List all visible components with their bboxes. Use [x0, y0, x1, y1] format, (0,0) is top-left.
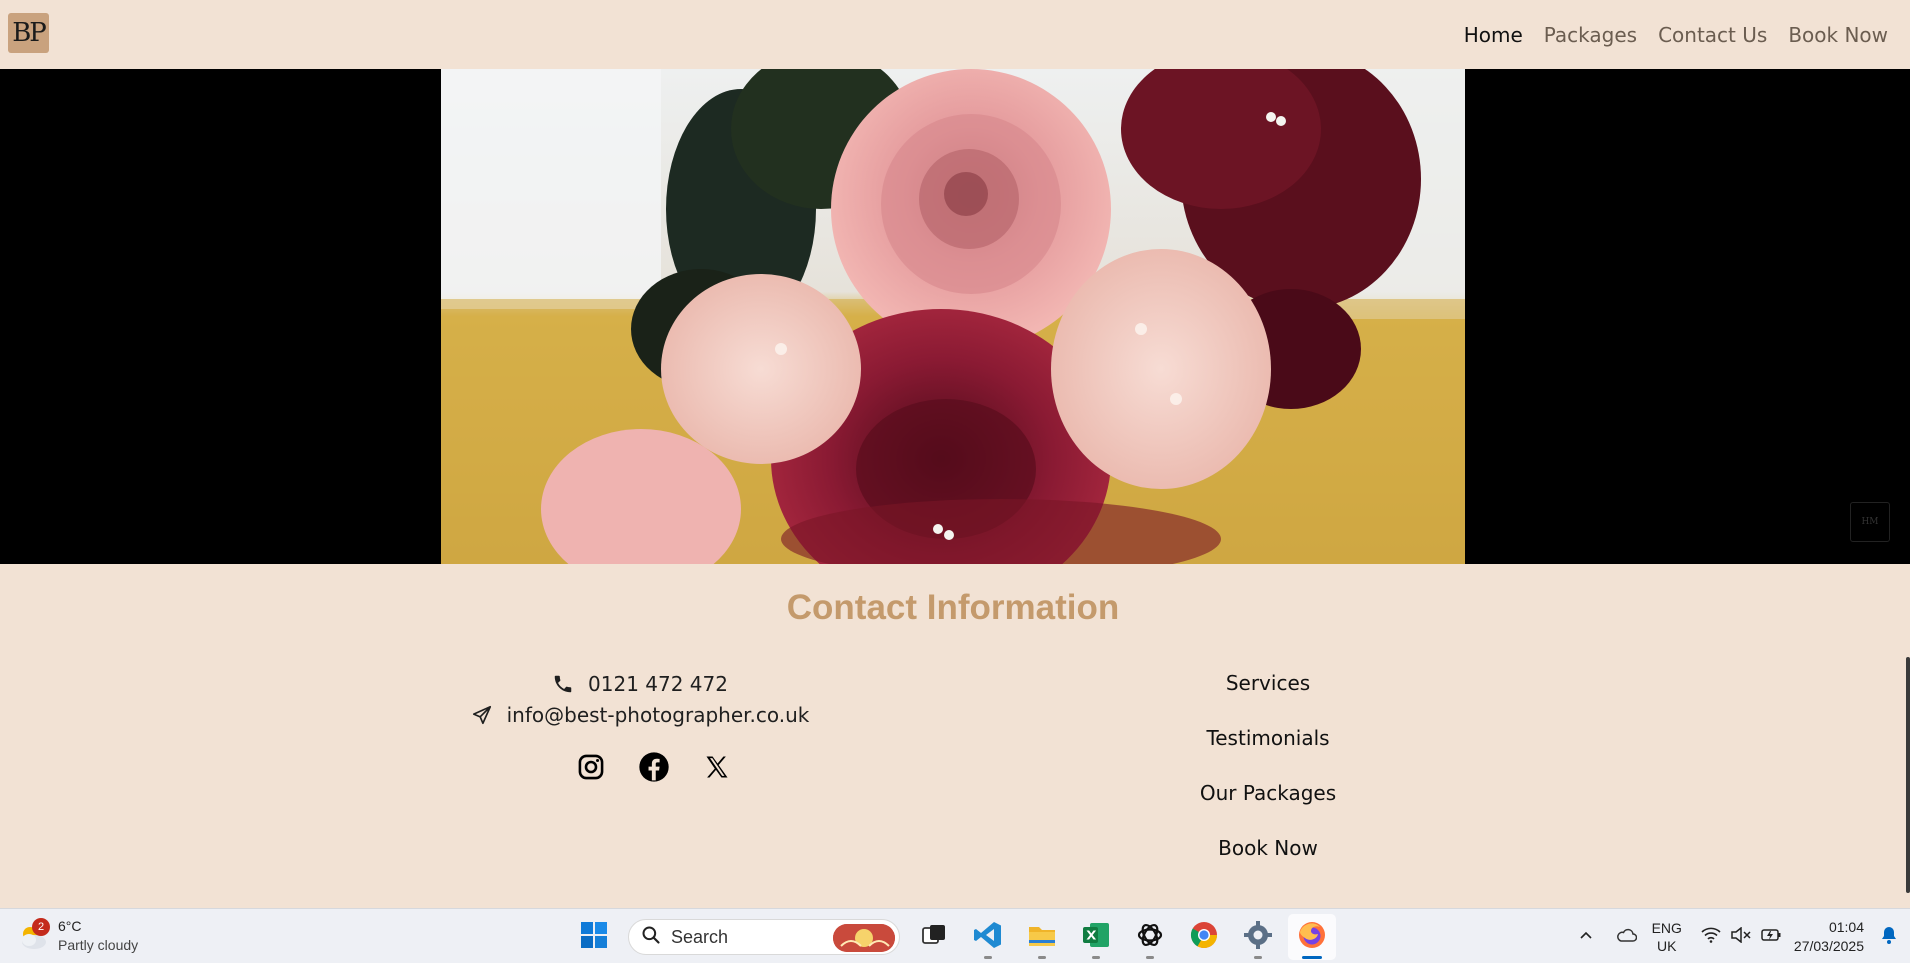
partly-cloudy-icon: 2 — [16, 918, 52, 954]
running-indicator — [1254, 956, 1262, 959]
start-icon — [580, 921, 608, 953]
bell-icon — [1880, 925, 1898, 949]
chrome-icon — [1189, 920, 1219, 954]
nav-link-contact-us[interactable]: Contact Us — [1658, 23, 1767, 47]
firefox-button[interactable] — [1288, 914, 1336, 960]
send-icon — [471, 704, 493, 726]
chatgpt-button[interactable] — [1126, 914, 1174, 960]
clock-time: 01:04 — [1828, 918, 1864, 935]
weather-widget[interactable]: 2 6°C Partly cloudy — [16, 917, 138, 955]
volume-button[interactable] — [1726, 917, 1756, 957]
running-indicator — [1092, 956, 1100, 959]
running-indicator — [1302, 956, 1322, 959]
roses-image — [441, 69, 1465, 564]
email-row[interactable]: info@best-photographer.co.uk — [470, 699, 810, 730]
battery-charging-icon — [1760, 927, 1782, 947]
firefox-icon — [1297, 920, 1327, 954]
navbar: BP Home Packages Contact Us Book Now — [0, 0, 1910, 69]
vscode-button[interactable] — [964, 914, 1012, 960]
footer-links: Services Testimonials Our Packages Book … — [1168, 668, 1368, 888]
search-placeholder: Search — [671, 926, 729, 947]
cloud-icon — [1615, 927, 1637, 947]
running-indicator — [1038, 956, 1046, 959]
vscode-icon — [973, 920, 1003, 954]
running-indicator — [1146, 956, 1154, 959]
phone-icon — [552, 673, 574, 695]
email-address: info@best-photographer.co.uk — [506, 702, 810, 727]
footer-link-services[interactable]: Services — [1168, 668, 1368, 723]
lang-primary: ENG — [1651, 919, 1682, 936]
phone-number: 0121 472 472 — [588, 671, 728, 696]
instagram-icon[interactable] — [575, 751, 607, 783]
video-watermark: HM — [1850, 502, 1890, 542]
phone-row[interactable]: 0121 472 472 — [470, 668, 810, 699]
clock-date: 27/03/2025 — [1793, 937, 1864, 954]
nav-links: Home Packages Contact Us Book Now — [1464, 0, 1888, 69]
page-scrollbar[interactable] — [1906, 657, 1910, 893]
video-player[interactable]: HM — [0, 69, 1910, 564]
show-hidden-icons-button[interactable] — [1566, 917, 1606, 957]
weather-badge: 2 — [32, 918, 50, 936]
nav-link-home[interactable]: Home — [1464, 23, 1523, 47]
weather-text: 6°C Partly cloudy — [58, 917, 138, 955]
wifi-button[interactable] — [1696, 917, 1726, 957]
contact-title: Contact Information — [786, 588, 1120, 627]
contact-details: 0121 472 472 info@best-photographer.co.u… — [470, 668, 810, 783]
social-links — [470, 751, 810, 783]
excel-icon — [1081, 920, 1111, 954]
chatgpt-icon — [1135, 920, 1165, 954]
lang-region: UK — [1657, 937, 1677, 954]
start-button[interactable] — [570, 914, 618, 960]
language-indicator[interactable]: ENG UK — [1652, 919, 1682, 955]
weather-condition: Partly cloudy — [58, 937, 139, 953]
file-explorer-button[interactable] — [1018, 914, 1066, 960]
excel-button[interactable] — [1072, 914, 1120, 960]
weather-temp: 6°C — [58, 918, 82, 934]
video-frame-roses[interactable] — [441, 69, 1465, 564]
battery-button[interactable] — [1756, 917, 1786, 957]
onedrive-button[interactable] — [1606, 917, 1646, 957]
task-view-icon — [921, 922, 947, 952]
windows-taskbar: 2 6°C Partly cloudy Search ENG UK 01:04 … — [0, 908, 1910, 963]
footer-link-testimonials[interactable]: Testimonials — [1168, 723, 1368, 778]
search-highlight-icon — [833, 924, 895, 952]
nav-link-book-now[interactable]: Book Now — [1788, 23, 1888, 47]
nav-link-packages[interactable]: Packages — [1544, 23, 1637, 47]
file-explorer-icon — [1027, 920, 1057, 954]
taskbar-apps: Search — [570, 914, 1336, 960]
task-view-button[interactable] — [910, 914, 958, 960]
gear-icon — [1243, 920, 1273, 954]
footer-link-our-packages[interactable]: Our Packages — [1168, 778, 1368, 833]
notifications-button[interactable] — [1874, 917, 1904, 957]
footer-link-book-now[interactable]: Book Now — [1168, 833, 1368, 888]
x-icon[interactable] — [701, 751, 733, 783]
taskbar-search[interactable]: Search — [628, 919, 900, 955]
facebook-icon[interactable] — [638, 751, 670, 783]
site-logo[interactable]: BP — [8, 13, 49, 53]
wifi-icon — [1701, 927, 1721, 947]
clock[interactable]: 01:04 27/03/2025 — [1794, 918, 1864, 956]
search-icon — [641, 925, 661, 949]
running-indicator — [984, 956, 992, 959]
chevron-up-icon — [1578, 927, 1594, 947]
volume-muted-icon — [1730, 925, 1752, 947]
chrome-button[interactable] — [1180, 914, 1228, 960]
system-tray: ENG UK 01:04 27/03/2025 — [1566, 909, 1910, 963]
settings-button[interactable] — [1234, 914, 1282, 960]
